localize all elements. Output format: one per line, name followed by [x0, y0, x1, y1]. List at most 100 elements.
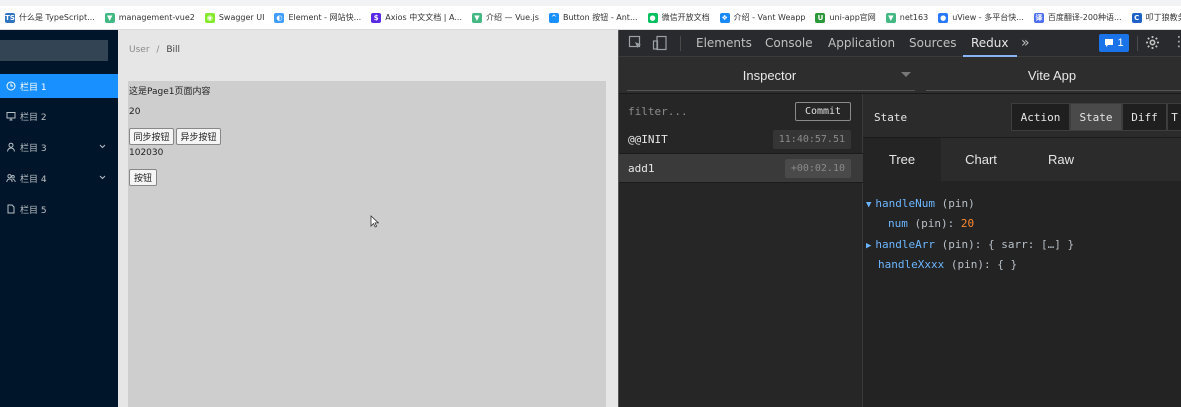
tree-value: { sarr: […] }: [988, 238, 1075, 251]
state-panel: State Action State Diff T Tree Chart Raw…: [863, 94, 1181, 407]
tab-sources[interactable]: Sources: [909, 30, 956, 57]
toolbar-divider: [1137, 36, 1138, 51]
bookmark-item[interactable]: ● uView - 多平台快...: [938, 12, 1024, 23]
expanded-triangle-icon[interactable]: ▼: [866, 200, 871, 210]
tab-redux[interactable]: Redux: [963, 30, 1017, 57]
issues-count: 1: [1117, 37, 1124, 49]
select-underline: [627, 90, 915, 91]
edu-icon: C: [1131, 12, 1142, 23]
caret-down-icon: [901, 72, 911, 77]
action-mode-button[interactable]: Action: [1011, 103, 1070, 131]
tree-pin: (pin):: [941, 238, 982, 251]
sidebar-item-label: 栏目 1: [20, 82, 47, 93]
sidebar-item-1[interactable]: 栏目 1: [0, 74, 118, 98]
page-content: 这是Page1页面内容 20 同步按钮 异步按钮 102030 按钮: [128, 81, 606, 407]
bookmark-item[interactable]: Uuni-app官网: [815, 12, 876, 23]
async-button[interactable]: 异步按钮: [176, 128, 221, 145]
element-icon: ◐: [274, 12, 285, 23]
sidebar-item-4[interactable]: 栏目 4: [0, 166, 118, 190]
bookmark-label: Axios 中文文档 | A...: [385, 13, 462, 22]
more-vertical-icon[interactable]: ⋮: [1172, 33, 1181, 50]
tree-node-handleNum[interactable]: ▼ handleNum (pin): [866, 197, 975, 210]
swagger-icon: ◉: [204, 12, 215, 23]
bookmark-item[interactable]: ▼ net163: [885, 12, 928, 23]
tree-pin: (pin):: [914, 217, 955, 230]
diff-mode-button[interactable]: Diff: [1122, 103, 1167, 131]
test-mode-button[interactable]: T: [1167, 103, 1181, 131]
tab-elements[interactable]: Elements: [696, 30, 752, 57]
sidebar-item-3[interactable]: 栏目 3: [0, 135, 118, 159]
bookmark-item[interactable]: ● 微信开放文档: [647, 12, 710, 23]
array-text: 102030: [129, 148, 164, 158]
action-time: +00:02.10: [784, 159, 851, 178]
bookmark-item[interactable]: ^ Button 按钮 - Ant...: [548, 12, 638, 23]
tree-node-handleArr[interactable]: ▶ handleArr (pin): { sarr: […] }: [866, 238, 1074, 251]
sidebar-item-2[interactable]: 栏目 2: [0, 104, 118, 128]
breadcrumb: User / Bill: [129, 45, 180, 55]
action-time: 11:40:57.51: [772, 130, 851, 149]
bookmark-label: Swagger UI: [218, 13, 265, 22]
vue-icon: ▼: [885, 12, 896, 23]
chevron-down-icon: [99, 142, 106, 152]
filter-input[interactable]: filter...: [628, 105, 688, 118]
action-item[interactable]: @@INIT 11:40:57.51: [619, 125, 863, 154]
sync-button[interactable]: 同步按钮: [129, 128, 174, 145]
sidebar-item-5[interactable]: 栏目 5: [0, 197, 118, 221]
action-name: @@INIT: [628, 133, 668, 146]
vue-icon: ▼: [104, 12, 115, 23]
bookmark-item[interactable]: TS 什么是 TypeScript...: [5, 12, 95, 23]
tree-key: handleXxxx: [878, 258, 945, 271]
mouse-cursor-icon: [370, 215, 380, 231]
uview-icon: ●: [938, 12, 949, 23]
devtools-tab-bar: Elements Console Application Sources Red…: [619, 30, 1181, 57]
bookmark-item[interactable]: ◉ Swagger UI: [204, 12, 265, 23]
bookmark-item[interactable]: ❖ 介绍 - Vant Weapp: [719, 12, 806, 23]
team-icon: [6, 173, 16, 183]
tab-console[interactable]: Console: [765, 30, 813, 57]
tab-application[interactable]: Application: [828, 30, 895, 57]
devtools-panel: Elements Console Application Sources Red…: [618, 30, 1181, 407]
app-select[interactable]: Vite App: [922, 57, 1181, 93]
state-header: State Action State Diff T: [863, 94, 1181, 138]
issues-badge[interactable]: 1: [1099, 34, 1129, 52]
tree-key: handleNum: [875, 197, 936, 210]
tab-raw[interactable]: Raw: [1021, 138, 1101, 181]
gear-icon[interactable]: [1145, 35, 1160, 53]
wechat-icon: ●: [647, 12, 658, 23]
bookmark-item[interactable]: $ Axios 中文文档 | A...: [371, 12, 462, 23]
view-tabs: Tree Chart Raw: [863, 138, 1181, 181]
inspector-label: Inspector: [742, 67, 797, 83]
user-icon: [6, 142, 16, 152]
axios-icon: $: [371, 12, 382, 23]
bookmark-label: management-vue2: [118, 13, 195, 22]
action-item-selected[interactable]: add1 +00:02.10: [619, 154, 863, 183]
num-value: 20: [129, 107, 141, 117]
breadcrumb-user-link[interactable]: User: [129, 45, 150, 55]
action-name: add1: [628, 162, 655, 175]
bookmark-item[interactable]: 译百度翻译-200种语...: [1033, 12, 1122, 23]
page-intro-text: 这是Page1页面内容: [129, 87, 211, 97]
state-title: State: [874, 111, 908, 124]
inspect-element-icon[interactable]: [628, 35, 643, 53]
inspector-select[interactable]: Inspector: [619, 57, 920, 93]
bookmark-item[interactable]: ▼ 介绍 — Vue.js: [472, 12, 539, 23]
device-toolbar-icon[interactable]: [652, 35, 668, 54]
more-tabs-icon[interactable]: »: [1021, 30, 1030, 57]
state-tree: ▼ handleNum (pin) num (pin): 20 ▶ handleAr…: [863, 181, 1181, 407]
bookmark-label: 介绍 - Vant Weapp: [733, 13, 806, 22]
tab-tree[interactable]: Tree: [863, 138, 941, 181]
tree-pin: (pin):: [950, 258, 991, 271]
bookmark-item[interactable]: ◐ Element - 网站快...: [274, 12, 361, 23]
tab-chart[interactable]: Chart: [941, 138, 1021, 181]
bookmark-item[interactable]: ▼ management-vue2: [104, 12, 195, 23]
tree-node-num: num (pin): 20: [888, 217, 974, 230]
action-button[interactable]: 按钮: [129, 169, 157, 186]
commit-button[interactable]: Commit: [795, 102, 851, 121]
bookmark-item[interactable]: C叩丁狼教务管理系统: [1131, 12, 1181, 23]
sidebar-item-label: 栏目 5: [20, 205, 47, 216]
bookmark-label: 叩丁狼教务管理系统: [1145, 13, 1181, 22]
state-mode-button[interactable]: State: [1070, 103, 1122, 131]
collapsed-triangle-icon[interactable]: ▶: [866, 241, 871, 251]
vant-icon: ❖: [719, 12, 730, 23]
sidebar-item-label: 栏目 4: [20, 174, 47, 185]
